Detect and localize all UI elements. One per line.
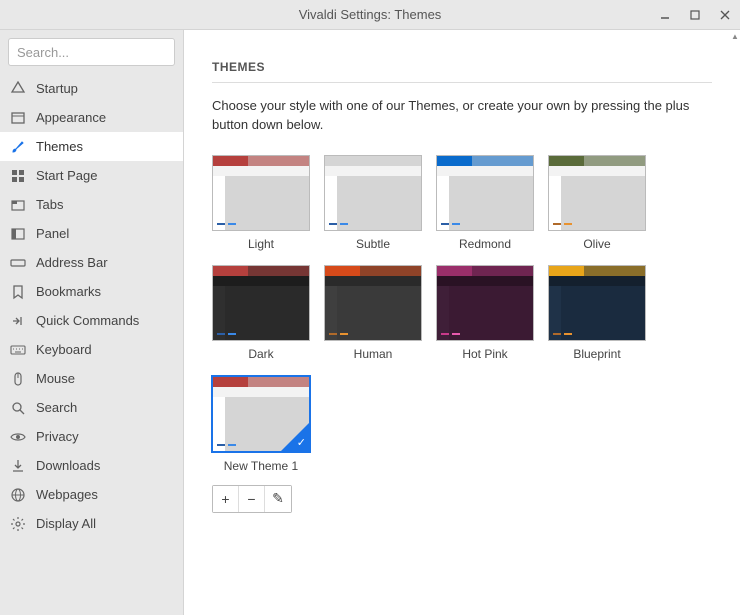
eye-icon [10, 429, 26, 445]
main-content: ▲ THEMES Choose your style with one of o… [184, 30, 740, 615]
search-wrap [0, 30, 183, 74]
grid-icon [10, 168, 26, 184]
sidebar-item-search[interactable]: Search [0, 393, 183, 422]
sidebar-item-startup[interactable]: Startup [0, 74, 183, 103]
sidebar-item-label: Display All [36, 516, 96, 531]
theme-card-redmond[interactable]: Redmond [436, 155, 534, 251]
theme-card-new-theme-1[interactable]: ✓ New Theme 1 [212, 375, 310, 473]
theme-label: Hot Pink [462, 347, 507, 361]
sidebar-item-mouse[interactable]: Mouse [0, 364, 183, 393]
bookmark-icon [10, 284, 26, 300]
scrollbar[interactable]: ▲ [730, 30, 740, 615]
brush-icon [10, 139, 26, 155]
minimize-button[interactable] [650, 0, 680, 30]
theme-card-subtle[interactable]: Subtle [324, 155, 422, 251]
gear-icon [10, 516, 26, 532]
theme-preview [548, 265, 646, 341]
check-icon: ✓ [297, 436, 306, 449]
section-heading: THEMES [212, 60, 712, 83]
theme-card-human[interactable]: Human [324, 265, 422, 361]
sidebar-item-label: Privacy [36, 429, 79, 444]
sidebar-item-label: Start Page [36, 168, 97, 183]
quickcmd-icon [10, 313, 26, 329]
theme-label: Redmond [459, 237, 511, 251]
globe-icon [10, 487, 26, 503]
sidebar-item-label: Appearance [36, 110, 106, 125]
window-title: Vivaldi Settings: Themes [299, 7, 442, 22]
sidebar-item-themes[interactable]: Themes [0, 132, 183, 161]
sidebar-item-label: Panel [36, 226, 69, 241]
search-input[interactable] [8, 38, 175, 66]
window-body: Startup Appearance Themes Start Page Tabs Pan… [0, 30, 740, 615]
theme-preview [548, 155, 646, 231]
sidebar-item-display-all[interactable]: Display All [0, 509, 183, 538]
add-theme-button[interactable]: + [213, 486, 239, 512]
section-description: Choose your style with one of our Themes… [212, 97, 712, 135]
sidebar-item-label: Tabs [36, 197, 63, 212]
theme-preview [436, 265, 534, 341]
panel-icon [10, 226, 26, 242]
sidebar-item-label: Keyboard [36, 342, 92, 357]
sidebar-item-label: Quick Commands [36, 313, 139, 328]
sidebar-item-label: Search [36, 400, 77, 415]
theme-label: Subtle [356, 237, 390, 251]
sidebar-item-privacy[interactable]: Privacy [0, 422, 183, 451]
vivaldi-icon [10, 81, 26, 97]
titlebar: Vivaldi Settings: Themes [0, 0, 740, 30]
theme-toolbar: + − ✎ [212, 485, 292, 513]
keyboard-icon [10, 342, 26, 358]
theme-preview: ✓ [211, 375, 311, 453]
close-button[interactable] [710, 0, 740, 30]
theme-preview [324, 265, 422, 341]
theme-label: Dark [248, 347, 273, 361]
mouse-icon [10, 371, 26, 387]
theme-preview [436, 155, 534, 231]
sidebar-item-webpages[interactable]: Webpages [0, 480, 183, 509]
search-icon [10, 400, 26, 416]
sidebar-item-label: Bookmarks [36, 284, 101, 299]
sidebar: Startup Appearance Themes Start Page Tabs Pan… [0, 30, 184, 615]
remove-theme-button[interactable]: − [239, 486, 265, 512]
sidebar-item-keyboard[interactable]: Keyboard [0, 335, 183, 364]
sidebar-item-address-bar[interactable]: Address Bar [0, 248, 183, 277]
scroll-up-icon[interactable]: ▲ [730, 30, 740, 42]
download-icon [10, 458, 26, 474]
theme-card-hot-pink[interactable]: Hot Pink [436, 265, 534, 361]
sidebar-item-label: Webpages [36, 487, 98, 502]
appearance-icon [10, 110, 26, 126]
theme-card-light[interactable]: Light [212, 155, 310, 251]
sidebar-item-bookmarks[interactable]: Bookmarks [0, 277, 183, 306]
sidebar-item-label: Themes [36, 139, 83, 154]
theme-card-olive[interactable]: Olive [548, 155, 646, 251]
addressbar-icon [10, 255, 26, 271]
theme-card-blueprint[interactable]: Blueprint [548, 265, 646, 361]
theme-preview [212, 155, 310, 231]
sidebar-item-start-page[interactable]: Start Page [0, 161, 183, 190]
maximize-button[interactable] [680, 0, 710, 30]
window-controls [650, 0, 740, 30]
sidebar-item-label: Mouse [36, 371, 75, 386]
theme-label: Light [248, 237, 274, 251]
sidebar-item-appearance[interactable]: Appearance [0, 103, 183, 132]
sidebar-item-label: Address Bar [36, 255, 108, 270]
theme-label: Olive [583, 237, 610, 251]
themes-grid: Light Subtle Redmond Olive Dark Human Hot Pink… [212, 155, 712, 473]
sidebar-item-tabs[interactable]: Tabs [0, 190, 183, 219]
sidebar-item-label: Startup [36, 81, 78, 96]
theme-preview [212, 265, 310, 341]
theme-label: New Theme 1 [224, 459, 298, 473]
sidebar-item-label: Downloads [36, 458, 100, 473]
edit-theme-button[interactable]: ✎ [265, 486, 291, 512]
sidebar-item-panel[interactable]: Panel [0, 219, 183, 248]
tabs-icon [10, 197, 26, 213]
theme-preview [324, 155, 422, 231]
theme-card-dark[interactable]: Dark [212, 265, 310, 361]
nav-list: Startup Appearance Themes Start Page Tabs Pan… [0, 74, 183, 615]
sidebar-item-quick-commands[interactable]: Quick Commands [0, 306, 183, 335]
theme-label: Blueprint [573, 347, 620, 361]
sidebar-item-downloads[interactable]: Downloads [0, 451, 183, 480]
theme-label: Human [354, 347, 393, 361]
